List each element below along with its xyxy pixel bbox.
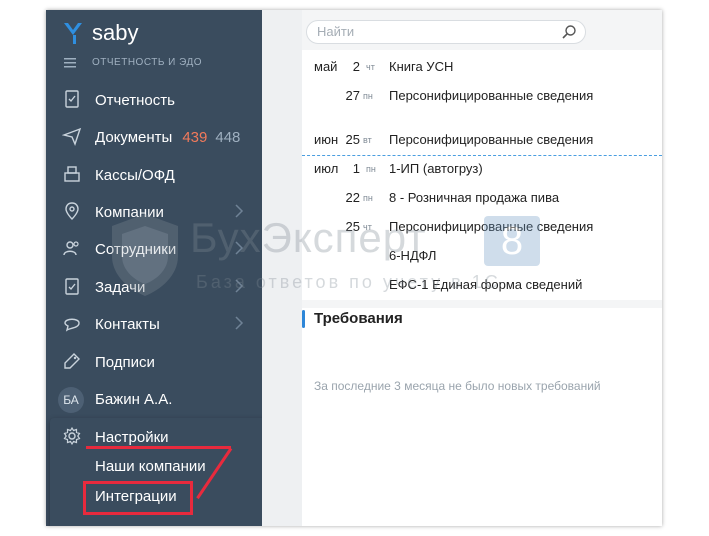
search-placeholder: Найти (317, 24, 355, 39)
user-name: Бажин А.А. (95, 390, 173, 408)
chevron-right-icon (235, 279, 244, 293)
tasks-icon (65, 278, 79, 295)
weekday: чт (363, 222, 372, 232)
requirements-empty-message: За последние 3 месяца не было новых треб… (314, 379, 601, 393)
avatar: БА (58, 387, 84, 413)
sidebar-item-label: Задачи (95, 278, 146, 296)
calendar-row[interactable]: июл 1 пн 1-ИП (автогруз) (302, 158, 662, 180)
day: 25 (345, 219, 360, 234)
app-window: saby ОТЧЕТНОСТЬ И ЭДО Отчетность Докумен… (46, 10, 662, 526)
calendar-row[interactable]: 25 чт Персонифицированные сведения (302, 216, 662, 238)
highlight-line (86, 446, 231, 449)
report-name: 6-НДФЛ (389, 248, 437, 263)
logo-text: saby (92, 20, 139, 45)
day: 2 (352, 59, 360, 74)
sidebar-item-companies[interactable]: Компании (46, 197, 262, 227)
report-name: Персонифицированные сведения (389, 219, 594, 234)
weekday: пн (363, 193, 373, 203)
search-icon[interactable] (561, 24, 577, 40)
menu-icon[interactable] (64, 57, 76, 68)
sidebar-item-label: Подписи (95, 353, 155, 371)
saby-logo-icon (64, 23, 82, 44)
sidebar-item-cash-registers[interactable]: Кассы/ОФД (46, 160, 262, 190)
report-name: Персонифицированные сведения (389, 88, 594, 103)
cash-register-icon (64, 166, 80, 182)
sidebar-item-label: Компании (95, 203, 164, 221)
signature-icon (64, 353, 80, 369)
today-divider (302, 155, 662, 156)
total-count-badge: 448 (215, 128, 241, 146)
tagline-text: ОТЧЕТНОСТЬ И ЭДО (92, 57, 203, 68)
report-name: Книга УСН (389, 59, 454, 74)
sidebar-item-label: Кассы/ОФД (95, 166, 175, 184)
sidebar-item-signatures[interactable]: Подписи (46, 347, 262, 377)
sidebar-item-label: Отчетность (95, 91, 175, 109)
calendar-row[interactable]: 22 пн 8 - Розничная продажа пива (302, 187, 662, 209)
main-panel: Найти май 2 чт Книга УСН 27 пн Персонифи… (302, 10, 662, 526)
requirements-title[interactable]: Требования (314, 310, 403, 327)
chevron-right-icon (235, 316, 244, 330)
gear-icon (63, 426, 81, 446)
calendar-list: май 2 чт Книга УСН 27 пн Персонифицирова… (302, 50, 662, 300)
weekday: пн (366, 164, 376, 174)
day: 1 (352, 161, 360, 176)
report-name: Персонифицированные сведения (389, 132, 594, 147)
search-input[interactable]: Найти (306, 20, 586, 44)
report-name: 8 - Розничная продажа пива (389, 190, 560, 205)
employees-icon (63, 241, 79, 256)
weekday: пн (363, 91, 373, 101)
weekday: чт (366, 62, 375, 72)
section-accent-bar (302, 310, 305, 328)
main-left-strip (262, 10, 302, 526)
highlight-box (83, 481, 193, 515)
sidebar-item-label: Документы (95, 128, 173, 146)
sidebar-item-contacts[interactable]: Контакты (46, 309, 262, 339)
sidebar-item-employees[interactable]: Сотрудники (46, 234, 262, 264)
chevron-right-icon (235, 204, 244, 218)
contacts-icon (64, 318, 80, 332)
sidebar-item-documents[interactable]: Документы 439 448 (46, 122, 262, 152)
report-name: ЕФС-1 Единая форма сведений (389, 277, 583, 292)
sidebar-item-user-profile[interactable]: БА Бажин А.А. (46, 384, 262, 414)
sidebar-item-reports[interactable]: Отчетность (46, 85, 262, 115)
day: 27 (345, 88, 360, 103)
settings-label: Настройки (95, 428, 169, 446)
day: 25 (345, 132, 360, 147)
calendar-row[interactable]: 27 пн Персонифицированные сведения (302, 85, 662, 107)
calendar-row[interactable]: ЕФС-1 Единая форма сведений (302, 274, 662, 296)
calendar-row[interactable]: май 2 чт Книга УСН (302, 56, 662, 78)
calendar-row[interactable]: июн 25 вт Персонифицированные сведения (302, 129, 662, 151)
logo[interactable]: saby (62, 20, 138, 46)
unread-count-badge: 439 (182, 128, 208, 146)
weekday: вт (363, 135, 372, 145)
tagline: ОТЧЕТНОСТЬ И ЭДО (64, 57, 202, 68)
day: 22 (345, 190, 360, 205)
calendar-row[interactable]: 6-НДФЛ (302, 245, 662, 267)
sidebar-item-label: Контакты (95, 315, 160, 333)
requirements-section: Требования За последние 3 месяца не было… (302, 308, 662, 526)
menu-item-our-companies[interactable]: Наши компании (95, 458, 206, 475)
report-name: 1-ИП (автогруз) (389, 161, 483, 176)
report-icon (65, 90, 79, 108)
sidebar-item-tasks[interactable]: Задачи (46, 272, 262, 302)
chevron-right-icon (235, 241, 244, 255)
companies-icon (65, 202, 79, 220)
send-icon (62, 127, 82, 146)
sidebar-item-label: Сотрудники (95, 240, 177, 258)
